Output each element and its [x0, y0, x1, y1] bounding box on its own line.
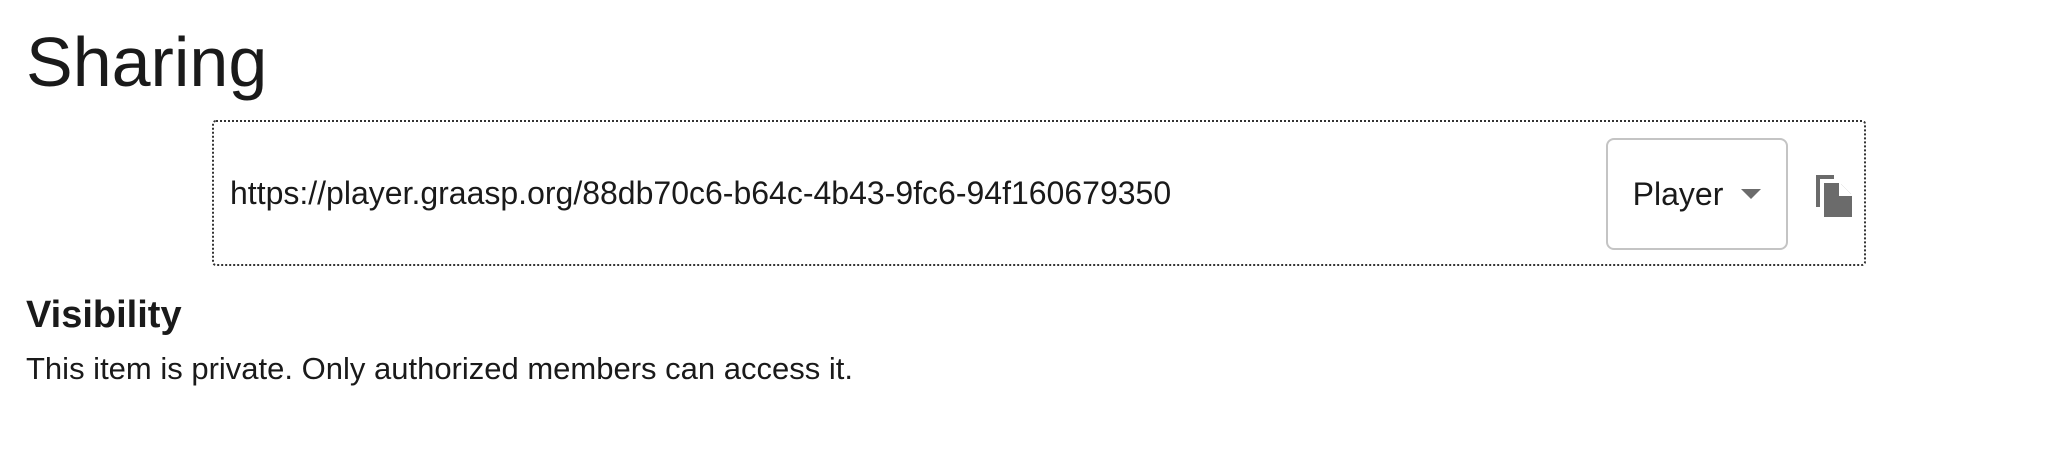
- visibility-description: This item is private. Only authorized me…: [26, 351, 853, 386]
- share-link-container: https://player.graasp.org/88db70c6-b64c-…: [212, 120, 1866, 266]
- sharing-page: Sharing https://player.graasp.org/88db70…: [0, 0, 2056, 470]
- platform-select[interactable]: Player: [1606, 138, 1788, 250]
- platform-select-value: Player: [1632, 175, 1724, 212]
- page-title: Sharing: [26, 23, 268, 101]
- share-link-text[interactable]: https://player.graasp.org/88db70c6-b64c-…: [230, 122, 1171, 264]
- visibility-title: Visibility: [26, 294, 182, 336]
- copy-button[interactable]: [1808, 170, 1858, 220]
- chevron-down-icon: [1741, 189, 1762, 199]
- copy-icon: [1816, 175, 1852, 217]
